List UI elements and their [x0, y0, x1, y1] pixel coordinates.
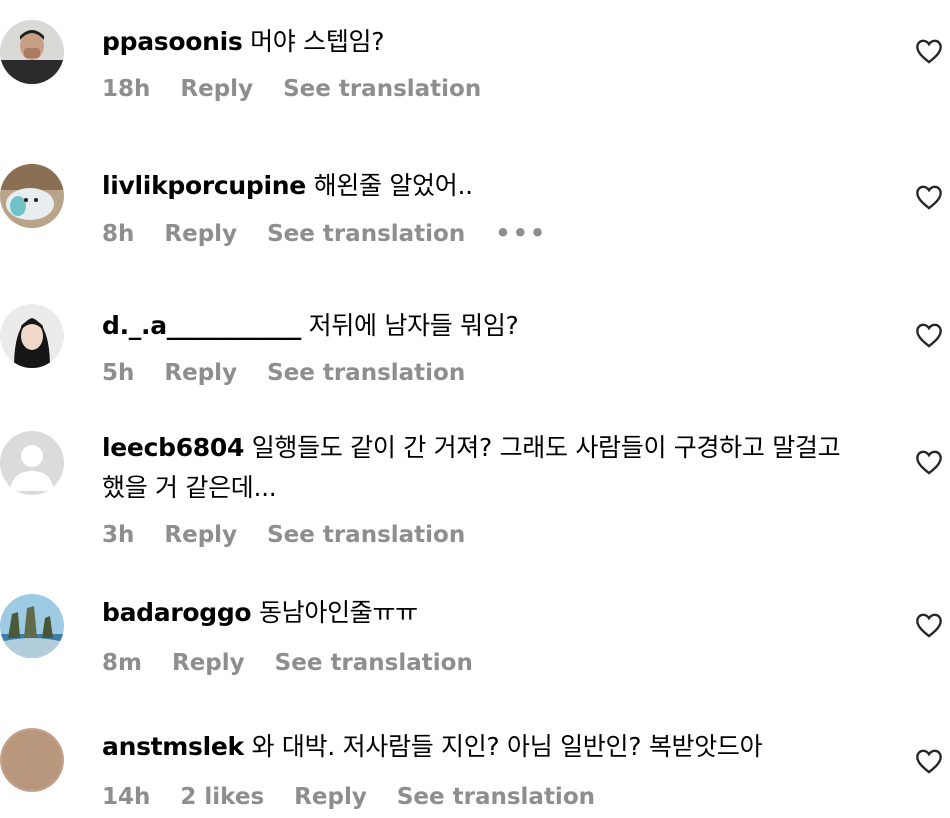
avatar-image — [0, 304, 64, 368]
more-options-icon[interactable]: ••• — [495, 219, 547, 247]
comment-text: 머야 스텝임? — [250, 27, 385, 56]
avatar-image — [0, 20, 64, 84]
reply-button[interactable]: Reply — [164, 360, 237, 386]
comment-username[interactable]: ppasoonis — [102, 27, 243, 56]
comment-time: 8m — [102, 650, 142, 676]
see-translation-button[interactable]: See translation — [267, 522, 465, 548]
comment-time: 18h — [102, 76, 151, 102]
comment-time: 3h — [102, 522, 135, 548]
default-avatar-icon — [0, 431, 64, 495]
see-translation-button[interactable]: See translation — [267, 360, 465, 386]
reply-button[interactable]: Reply — [172, 650, 245, 676]
reply-button[interactable]: Reply — [180, 76, 253, 102]
heart-icon[interactable] — [915, 748, 943, 774]
reply-button[interactable]: Reply — [164, 221, 237, 247]
heart-icon[interactable] — [915, 184, 943, 210]
avatar[interactable] — [0, 431, 64, 495]
avatar[interactable] — [0, 594, 64, 658]
avatar-image — [0, 594, 64, 658]
comment-text: 해왼줄 알었어.. — [313, 171, 473, 200]
comment-text: 동남아인줄ㅠㅠ — [258, 598, 418, 627]
comment-text: 저뒤에 남자들 뭐임? — [308, 311, 519, 340]
comment-time: 14h — [102, 784, 151, 810]
comment-username[interactable]: badaroggo — [102, 598, 252, 627]
likes-count[interactable]: 2 likes — [180, 784, 264, 810]
see-translation-button[interactable]: See translation — [267, 221, 465, 247]
avatar[interactable] — [0, 728, 64, 792]
comment-username[interactable]: livlikporcupine — [102, 171, 306, 200]
comment-text: 일행들도 같이 간 거져? 그래도 사람들이 구경하고 말걸고 — [251, 433, 841, 462]
heart-icon[interactable] — [915, 449, 943, 475]
comment-time: 5h — [102, 360, 135, 386]
see-translation-button[interactable]: See translation — [397, 784, 595, 810]
avatar[interactable] — [0, 304, 64, 368]
comment-username[interactable]: anstmslek — [102, 732, 244, 761]
reply-button[interactable]: Reply — [164, 522, 237, 548]
heart-icon[interactable] — [915, 38, 943, 64]
comment-text-continued: 했을 거 같은데... — [102, 473, 277, 502]
see-translation-button[interactable]: See translation — [283, 76, 481, 102]
heart-icon[interactable] — [915, 612, 943, 638]
avatar[interactable] — [0, 20, 64, 84]
comment-username[interactable]: d._.a___________ — [102, 311, 301, 340]
avatar-image — [0, 728, 64, 792]
heart-icon[interactable] — [915, 322, 943, 348]
avatar[interactable] — [0, 164, 64, 228]
avatar-image — [0, 164, 64, 228]
comment-time: 8h — [102, 221, 135, 247]
comment-text: 와 대박. 저사람들 지인? 아님 일반인? 복받앗드아 — [251, 732, 763, 761]
comment-username[interactable]: leecb6804 — [102, 433, 244, 462]
see-translation-button[interactable]: See translation — [275, 650, 473, 676]
reply-button[interactable]: Reply — [294, 784, 367, 810]
